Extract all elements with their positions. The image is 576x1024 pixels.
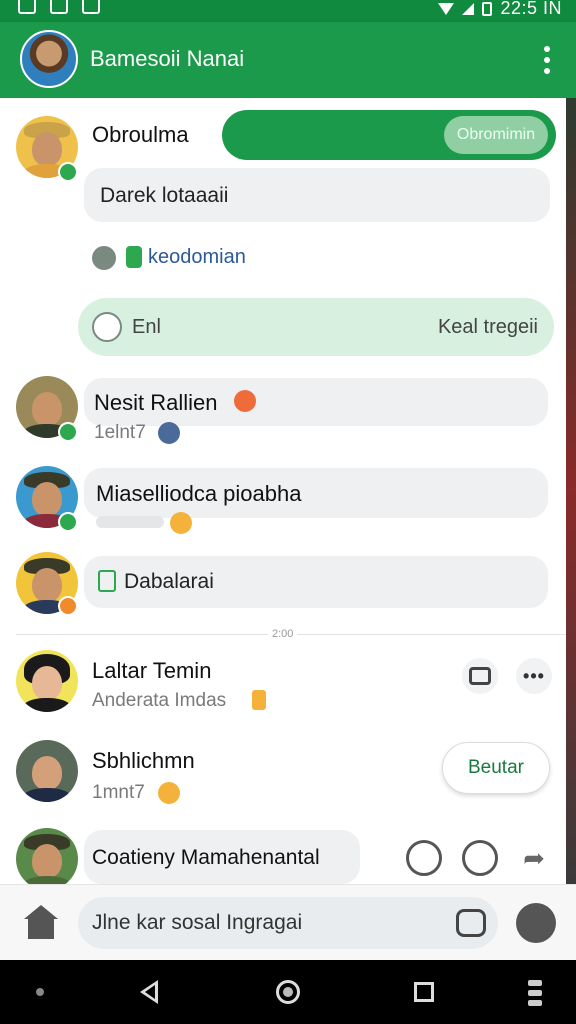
contact-name[interactable]: Sbhlichmn [92, 748, 195, 774]
reaction-badge-icon [58, 596, 78, 616]
share-icon[interactable]: ➦ [516, 840, 552, 876]
message-text: Nesit Rallien [94, 390, 218, 415]
notification-icon [18, 0, 36, 14]
emoji-icon [170, 512, 192, 534]
battery-icon [482, 1, 493, 16]
notification-icon [82, 0, 100, 14]
input-bar: Jlne kar sosal Ingragai [0, 884, 576, 960]
action-right-label[interactable]: Keal tregeii [438, 316, 538, 339]
avatar[interactable] [20, 30, 78, 88]
message-text: Dabalarai [124, 570, 214, 593]
emoji-icon [234, 390, 256, 412]
profile-button[interactable] [516, 903, 556, 943]
system-nav-bar [0, 960, 576, 1024]
contact-name[interactable]: Laltar Temin [92, 658, 211, 684]
contact-action-button[interactable]: Beutar [442, 742, 550, 794]
input-placeholder: Jlne kar sosal Ingragai [92, 911, 303, 934]
upload-icon[interactable] [92, 312, 122, 342]
recent-apps-icon[interactable] [414, 982, 434, 1002]
more-menu-icon[interactable] [542, 46, 552, 74]
avatar[interactable] [16, 828, 78, 890]
verified-badge-icon [58, 512, 78, 532]
contact-status: Anderata Imdas [92, 690, 227, 711]
signal-icon [462, 2, 475, 15]
wifi-icon [438, 2, 455, 15]
message-input[interactable]: Jlne kar sosal Ingragai [78, 897, 498, 949]
camera-button[interactable] [462, 658, 498, 694]
more-options-button[interactable]: ••• [516, 658, 552, 694]
camera-icon [469, 667, 491, 685]
message-bubble[interactable]: Miaselliodca pioabha [84, 468, 548, 518]
notification-icon [50, 0, 68, 14]
message-bubble[interactable]: Dabalarai [84, 556, 548, 608]
message-text: Darek lotaaaii [100, 184, 229, 207]
reaction-icon [158, 422, 180, 444]
chat-feed[interactable]: Obroulma Obromimin Darek lotaaaii keodom… [0, 98, 566, 890]
verified-badge-icon [58, 162, 78, 182]
copyright-icon[interactable] [406, 840, 442, 876]
sender-name: Obroulma [92, 122, 189, 147]
link-text[interactable]: keodomian [148, 246, 246, 269]
nav-dot-icon [36, 988, 44, 996]
contact-status: 1mnt7 [92, 782, 145, 803]
status-time: 22:5 IN [500, 0, 562, 18]
message-bubble[interactable]: Darek lotaaaii [84, 168, 550, 222]
chat-title[interactable]: Bamesoii Nanai [90, 46, 244, 72]
emoji-icon [158, 782, 180, 804]
message-text: Miaselliodca pioabha [96, 481, 302, 506]
accessibility-icon[interactable] [528, 980, 542, 1006]
status-bar: 22:5 IN [0, 0, 576, 22]
header-button[interactable]: Obromimin [444, 116, 548, 154]
verified-badge-icon [58, 422, 78, 442]
header-pill-button[interactable]: Obromimin [222, 110, 556, 160]
emoji-icon [252, 690, 266, 710]
more-horizontal-icon: ••• [523, 665, 545, 686]
document-icon [98, 570, 116, 592]
action-bar[interactable]: Enl Keal tregeii [78, 298, 554, 356]
message-bubble[interactable]: Coatieny Mamahenantal [84, 830, 360, 884]
avatar[interactable] [16, 650, 78, 712]
sticker-icon[interactable] [456, 909, 486, 937]
contact-name: Coatieny Mamahenantal [92, 846, 320, 869]
home-icon[interactable] [24, 905, 58, 939]
link-icon [92, 246, 116, 270]
message-time: 1elnt7 [94, 422, 146, 443]
chat-icon[interactable] [462, 840, 498, 876]
app-bar: Bamesoii Nanai [0, 22, 576, 98]
typing-indicator [96, 516, 164, 528]
action-left-label[interactable]: Enl [132, 316, 161, 339]
avatar[interactable] [16, 740, 78, 802]
divider-label: 2:00 [268, 628, 298, 640]
message-bubble[interactable]: Nesit Rallien [84, 378, 548, 426]
app-icon [126, 246, 142, 268]
scroll-edge [566, 98, 576, 884]
